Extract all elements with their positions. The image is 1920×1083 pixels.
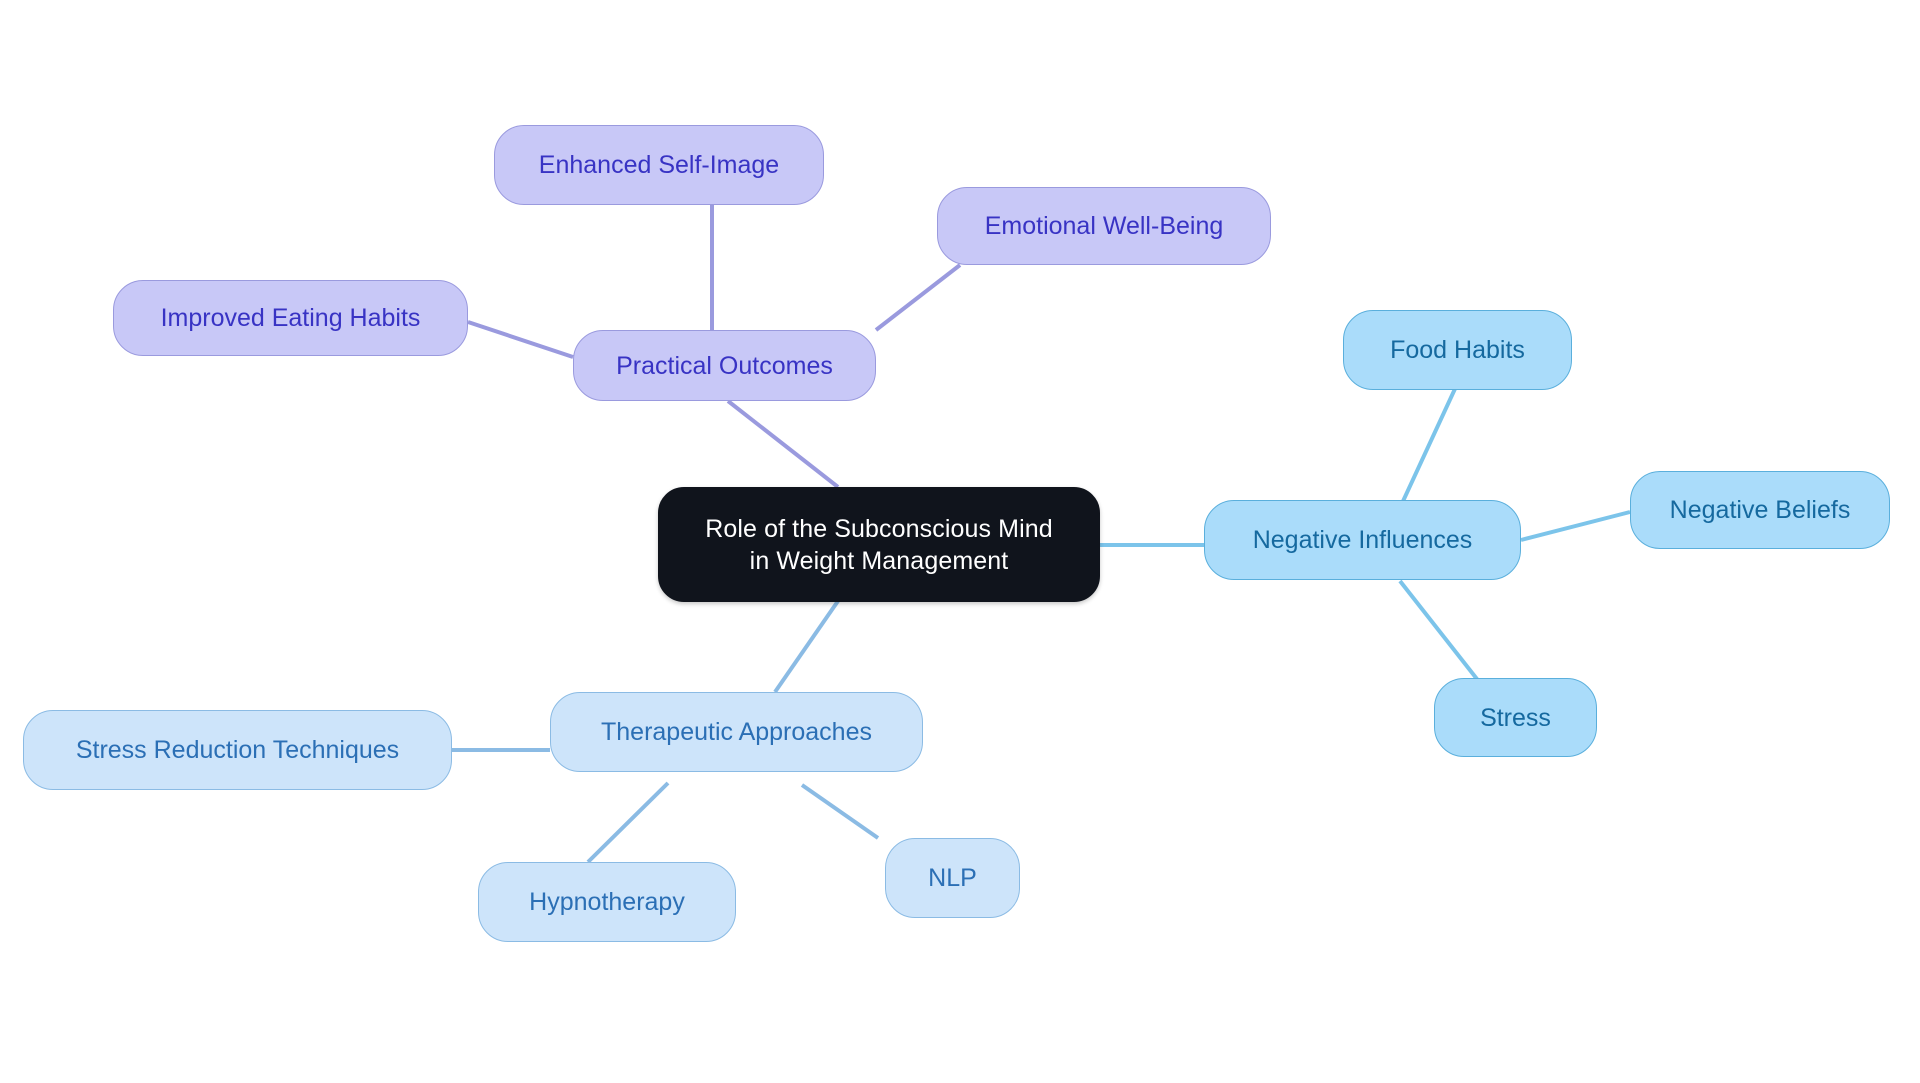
node-enhanced-self-image[interactable]: Enhanced Self-Image [494,125,824,205]
node-negative-influences[interactable]: Negative Influences [1204,500,1521,580]
node-improved-eating-habits[interactable]: Improved Eating Habits [113,280,468,356]
node-stress[interactable]: Stress [1434,678,1597,757]
mind-map-canvas: Role of the Subconscious Mind in Weight … [0,0,1920,1083]
edge-root-therapeutic-approaches [773,599,840,694]
node-hypnotherapy[interactable]: Hypnotherapy [478,862,736,942]
node-emotional-well-being[interactable]: Emotional Well-Being [937,187,1271,265]
node-therapeutic-approaches[interactable]: Therapeutic Approaches [550,692,923,772]
edge-negative-influences-negative-beliefs [1520,510,1631,542]
edge-root-practical-outcomes [726,399,840,489]
node-food-habits[interactable]: Food Habits [1343,310,1572,390]
node-root[interactable]: Role of the Subconscious Mind in Weight … [658,487,1100,602]
edge-practical-outcomes-emotional-well-being [874,263,962,332]
edge-negative-influences-food-habits [1396,377,1462,513]
node-practical-outcomes[interactable]: Practical Outcomes [573,330,876,401]
node-stress-reduction-techniques[interactable]: Stress Reduction Techniques [23,710,452,790]
edge-therapeutic-approaches-nlp [800,783,880,840]
edge-practical-outcomes-improved-eating-habits [467,320,574,359]
node-nlp[interactable]: NLP [885,838,1020,918]
node-negative-beliefs[interactable]: Negative Beliefs [1630,471,1890,549]
edge-therapeutic-approaches-hypnotherapy [586,781,670,864]
edge-negative-influences-stress [1398,579,1486,690]
